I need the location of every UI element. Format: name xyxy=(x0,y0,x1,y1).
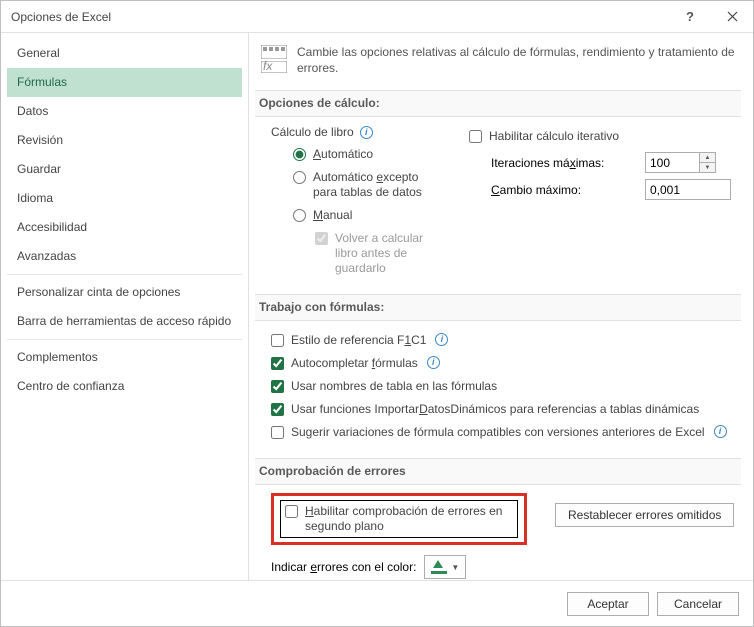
highlighted-option: Habilitar comprobación de errores en seg… xyxy=(271,493,527,545)
check-recalc-before-save: Volver a calcular libro antes de guardar… xyxy=(315,227,439,280)
ok-button[interactable]: Aceptar xyxy=(567,592,649,616)
section-formulas-title: Trabajo con fórmulas: xyxy=(255,294,741,321)
sidebar-item-quick-access[interactable]: Barra de herramientas de acceso rápido xyxy=(7,307,242,336)
close-icon xyxy=(727,11,738,22)
paint-bucket-icon xyxy=(431,560,447,574)
check-getpivotdata[interactable]: Usar funciones ImportarDatosDinámicos pa… xyxy=(271,398,735,421)
help-button[interactable]: ? xyxy=(669,1,711,32)
sidebar-item-advanced[interactable]: Avanzadas xyxy=(7,242,242,271)
sidebar-item-general[interactable]: General xyxy=(7,39,242,68)
check-r1c1[interactable]: Estilo de referencia F1C1i xyxy=(271,329,735,352)
sidebar-item-proofing[interactable]: Revisión xyxy=(7,126,242,155)
sidebar-item-accessibility[interactable]: Accesibilidad xyxy=(7,213,242,242)
check-background-error-checking[interactable]: Habilitar comprobación de errores en seg… xyxy=(285,504,509,534)
sidebar-item-addins[interactable]: Complementos xyxy=(7,343,242,372)
radio-manual[interactable]: Manual xyxy=(293,204,439,227)
radio-auto-except-tables[interactable]: Automático excepto para tablas de datos xyxy=(293,166,439,204)
svg-text:fx: fx xyxy=(263,61,273,73)
section-error-title: Comprobación de errores xyxy=(255,458,741,485)
spin-down-icon[interactable]: ▼ xyxy=(700,163,715,172)
check-enable-iterative[interactable]: Habilitar cálculo iterativo xyxy=(469,125,735,148)
info-icon[interactable]: i xyxy=(360,126,373,139)
error-color-label: Indicar errores con el color: xyxy=(271,560,416,574)
info-icon[interactable]: i xyxy=(714,425,727,438)
check-legacy-suggest[interactable]: Sugerir variaciones de fórmula compatibl… xyxy=(271,421,735,444)
cancel-button[interactable]: Cancelar xyxy=(657,592,739,616)
sidebar-item-language[interactable]: Idioma xyxy=(7,184,242,213)
section-calculation-title: Opciones de cálculo: xyxy=(255,90,741,117)
max-change-input[interactable] xyxy=(645,179,731,200)
sidebar-item-customize-ribbon[interactable]: Personalizar cinta de opciones xyxy=(7,278,242,307)
sidebar-item-data[interactable]: Datos xyxy=(7,97,242,126)
spin-up-icon[interactable]: ▲ xyxy=(700,153,715,163)
max-iterations-input[interactable]: ▲▼ xyxy=(645,152,735,173)
reset-ignored-errors-button[interactable]: Restablecer errores omitidos xyxy=(555,503,734,527)
sidebar-item-formulas[interactable]: Fórmulas xyxy=(7,68,242,97)
workbook-calc-label: Cálculo de libroi xyxy=(271,125,439,139)
category-sidebar: General Fórmulas Datos Revisión Guardar … xyxy=(1,33,249,580)
check-table-names[interactable]: Usar nombres de tabla en las fórmulas xyxy=(271,375,735,398)
titlebar: Opciones de Excel ? xyxy=(1,1,753,33)
check-autocomplete[interactable]: Autocompletar fórmulasi xyxy=(271,352,735,375)
dialog-footer: Aceptar Cancelar xyxy=(1,580,753,626)
chevron-down-icon: ▼ xyxy=(451,563,459,572)
formulas-section-icon: fx xyxy=(259,45,289,76)
excel-options-dialog: Opciones de Excel ? General Fórmulas Dat… xyxy=(0,0,754,627)
intro-text: Cambie las opciones relativas al cálculo… xyxy=(297,45,741,76)
radio-automatic[interactable]: Automático xyxy=(293,143,439,166)
error-color-picker[interactable]: ▼ xyxy=(424,555,466,579)
max-change-label: Cambio máximo: xyxy=(491,183,631,197)
max-iterations-label: Iteraciones máximas: xyxy=(491,156,631,170)
info-icon[interactable]: i xyxy=(427,356,440,369)
settings-panel[interactable]: fx Cambie las opciones relativas al cálc… xyxy=(249,33,753,580)
info-icon[interactable]: i xyxy=(435,333,448,346)
sidebar-item-trust-center[interactable]: Centro de confianza xyxy=(7,372,242,401)
dialog-title: Opciones de Excel xyxy=(11,10,669,24)
close-button[interactable] xyxy=(711,1,753,32)
sidebar-item-save[interactable]: Guardar xyxy=(7,155,242,184)
